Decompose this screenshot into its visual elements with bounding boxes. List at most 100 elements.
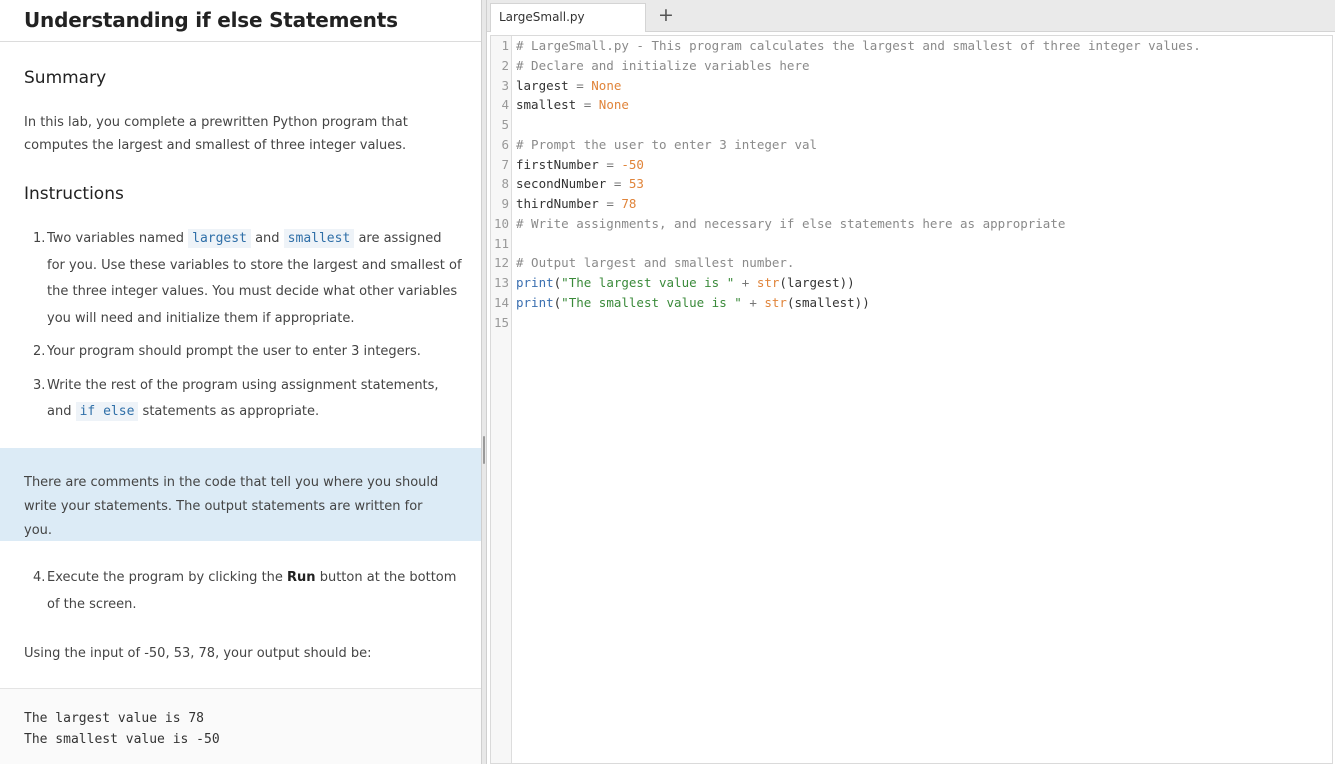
line-number: 11 xyxy=(493,235,509,251)
code-line-15[interactable] xyxy=(516,313,1201,333)
operator: = xyxy=(598,196,622,211)
line-number: 14 xyxy=(493,294,509,310)
expected-output-intro: Using the input of -50, 53, 78, your out… xyxy=(24,646,372,661)
builtin: str xyxy=(764,294,787,310)
summary-line-1: In this lab, you complete a prewritten P… xyxy=(24,115,408,130)
output-line-2: The smallest value is -50 xyxy=(24,732,220,747)
code-line-11[interactable] xyxy=(516,234,1201,254)
step-1: 1. Two variables named largest and small… xyxy=(24,226,464,332)
line-number: 8 xyxy=(501,176,509,192)
step-text: and xyxy=(255,231,280,246)
code-line-3[interactable]: largest = None xyxy=(516,76,1201,96)
resize-grip-icon[interactable] xyxy=(483,436,485,464)
string-literal: "The smallest value is " xyxy=(561,294,742,310)
step-text: button at the bottom xyxy=(319,570,457,585)
step-number: 1. xyxy=(33,231,46,246)
summary-heading: Summary xyxy=(24,68,107,88)
comment: # Output largest and smallest number. xyxy=(516,255,795,271)
file-tab-bar: LargeSmall.py + xyxy=(487,0,1335,32)
code-editor[interactable]: 1 2 3 4 5 6 7 8 9 10 11 12 13 14 15 # La… xyxy=(490,35,1333,764)
line-number: 15 xyxy=(493,314,509,330)
step-number: 4. xyxy=(33,570,46,585)
function-name: print xyxy=(516,275,554,290)
code-line-13[interactable]: print("The largest value is " + str(larg… xyxy=(516,273,1201,293)
code-line-2[interactable]: # Declare and initialize variables here xyxy=(516,56,1201,76)
file-tab-largesmall[interactable]: LargeSmall.py xyxy=(490,3,646,32)
function-name: print xyxy=(516,294,554,310)
identifier: secondNumber xyxy=(516,176,607,192)
builtin: str xyxy=(756,275,780,290)
code-editor-pane: LargeSmall.py + 1 2 3 4 5 6 7 8 9 10 11 … xyxy=(487,0,1335,764)
lesson-header: Understanding if else Statements xyxy=(0,0,481,42)
inline-code-largest: largest xyxy=(188,229,251,248)
comment: # LargeSmall.py - This program calculate… xyxy=(516,38,1201,53)
run-label: Run xyxy=(287,570,316,585)
inline-code-if-else: if else xyxy=(75,402,139,421)
inline-code-smallest: smallest xyxy=(283,229,355,248)
code-line-12[interactable]: # Output largest and smallest number. xyxy=(516,253,1201,273)
number: 78 xyxy=(621,196,637,211)
comment: # Declare and initialize variables here xyxy=(516,57,810,73)
keyword: None xyxy=(598,97,629,113)
expected-output: The largest value is 78 The smallest val… xyxy=(24,708,220,750)
number: -50 xyxy=(621,156,644,172)
operator: = xyxy=(606,176,629,192)
step-text: Two variables named xyxy=(47,231,184,246)
callout-text: There are comments in the code that tell… xyxy=(24,471,454,543)
step-text: the three integer values. You must decid… xyxy=(47,284,458,299)
identifier: smallest xyxy=(516,97,577,113)
callout-line-1: There are comments in the code that tell… xyxy=(24,475,439,490)
operator: = xyxy=(576,97,599,113)
step-number: 3. xyxy=(33,377,46,393)
code-line-14[interactable]: print("The smallest value is " + str(sma… xyxy=(516,293,1201,313)
step-number: 2. xyxy=(33,344,46,359)
add-file-tab-button[interactable]: + xyxy=(655,3,677,27)
identifier: largest xyxy=(516,77,569,93)
code-line-5[interactable] xyxy=(516,115,1201,135)
step-text: statements as appropriate. xyxy=(142,404,320,419)
line-number: 2 xyxy=(501,57,509,73)
code-line-4[interactable]: smallest = None xyxy=(516,95,1201,115)
output-line-1: The largest value is 78 xyxy=(24,711,205,726)
expected-output-block: The largest value is 78 The smallest val… xyxy=(0,688,481,764)
step-text: Write the rest of the program using assi… xyxy=(47,377,439,393)
summary-text: In this lab, you complete a prewritten P… xyxy=(24,111,444,157)
step-text: you will need and initialize them if app… xyxy=(47,310,355,326)
line-number: 3 xyxy=(501,77,509,93)
call-args: (smallest)) xyxy=(786,294,870,310)
lesson-title: Understanding if else Statements xyxy=(24,8,398,32)
keyword: None xyxy=(591,77,622,93)
comment: # Write assignments, and necessary if el… xyxy=(516,215,1066,231)
step-text: are assigned xyxy=(358,231,442,246)
identifier: firstNumber xyxy=(516,156,599,172)
code-line-7[interactable]: firstNumber = -50 xyxy=(516,155,1201,175)
operator: = xyxy=(598,156,622,172)
step-text: of the screen. xyxy=(47,596,137,612)
step-text: Execute the program by clicking the xyxy=(47,570,283,585)
operator: + xyxy=(734,275,757,290)
step-3: 3. Write the rest of the program using a… xyxy=(24,373,464,426)
step-text: for you. Use these variables to store th… xyxy=(47,257,462,273)
code-line-1[interactable]: # LargeSmall.py - This program calculate… xyxy=(516,36,1201,56)
line-number: 12 xyxy=(493,255,509,271)
step-text: Your program should prompt the user to e… xyxy=(47,344,421,359)
line-number: 10 xyxy=(493,215,509,231)
lesson-pane: Understanding if else Statements Summary… xyxy=(0,0,481,764)
identifier: thirdNumber xyxy=(516,196,599,211)
line-number: 7 xyxy=(501,156,509,172)
info-callout: There are comments in the code that tell… xyxy=(0,448,481,541)
code-line-10[interactable]: # Write assignments, and necessary if el… xyxy=(516,214,1201,234)
step-4: 4. Execute the program by clicking the R… xyxy=(24,565,464,618)
code-line-9[interactable]: thirdNumber = 78 xyxy=(516,194,1201,214)
callout-line-2: write your statements. The output statem… xyxy=(24,499,423,538)
number: 53 xyxy=(628,176,644,192)
code-line-8[interactable]: secondNumber = 53 xyxy=(516,174,1201,194)
code-line-6[interactable]: # Prompt the user to enter 3 integer val xyxy=(516,135,1201,155)
summary-line-2: computes the largest and smallest of thr… xyxy=(24,138,407,153)
line-number: 4 xyxy=(501,97,509,113)
line-number: 9 xyxy=(501,196,509,211)
step-2: 2. Your program should prompt the user t… xyxy=(24,339,464,366)
code-lines[interactable]: # LargeSmall.py - This program calculate… xyxy=(516,36,1201,332)
instructions-heading: Instructions xyxy=(24,184,124,204)
line-number: 13 xyxy=(493,275,509,290)
